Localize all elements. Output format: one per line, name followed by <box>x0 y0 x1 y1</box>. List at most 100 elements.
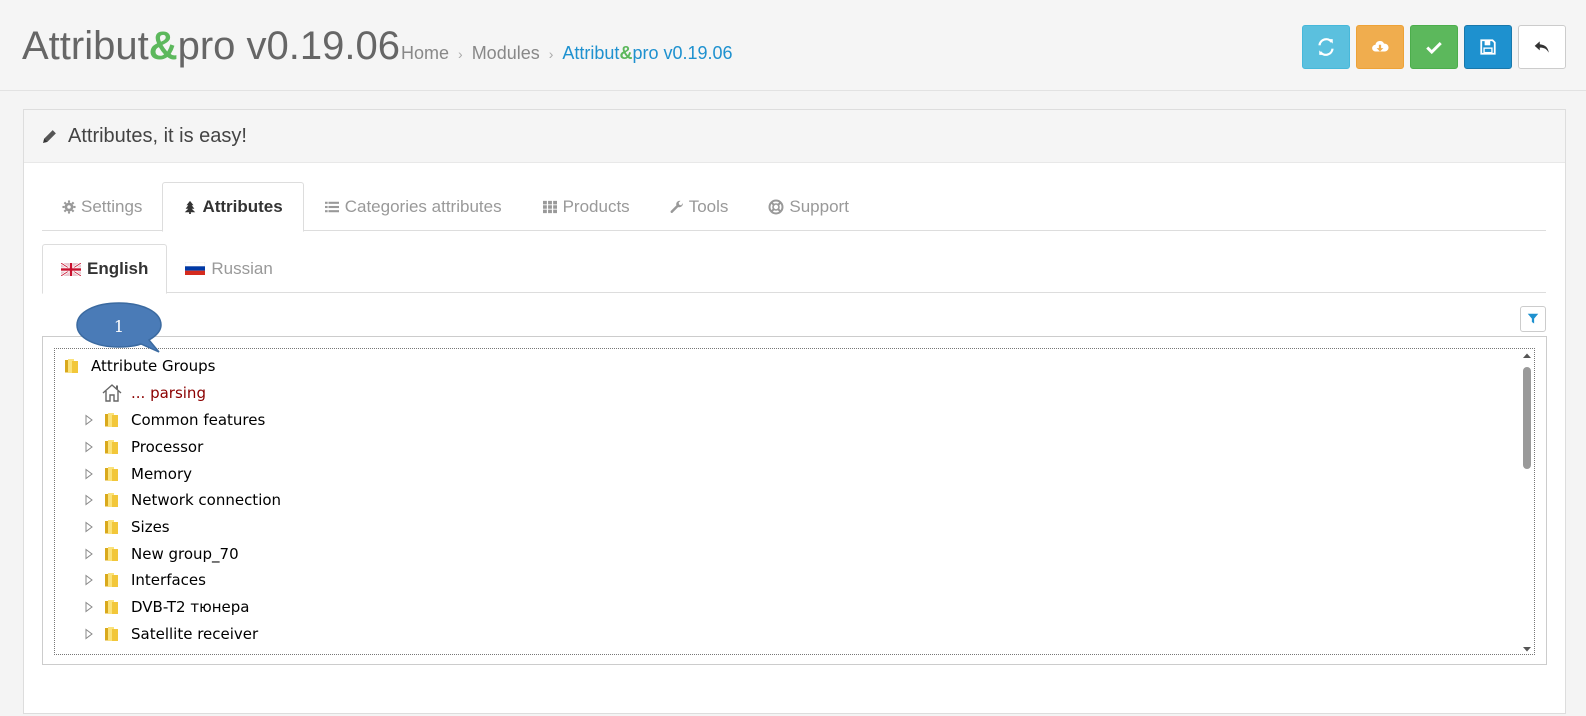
tab-attributes-label: Attributes <box>202 197 283 216</box>
tab-language-english[interactable]: English <box>42 244 168 294</box>
parsing-status: ... parsing <box>131 384 206 402</box>
lifebuoy-icon <box>768 199 784 214</box>
tree-node-group[interactable]: Interfaces <box>83 567 206 593</box>
tree-scrollbar[interactable] <box>1520 349 1534 654</box>
refresh-button[interactable] <box>1302 25 1350 69</box>
tree-node-label: Sizes <box>131 518 170 536</box>
filter-icon <box>1527 313 1539 324</box>
folder-icon <box>105 440 118 454</box>
tree-node-group[interactable]: DVB-T2 тюнера <box>83 594 249 620</box>
tree-node-label: Common features <box>131 411 266 429</box>
tree-node-group[interactable]: Common features <box>83 407 265 433</box>
panel-heading: Attributes, it is easy! <box>24 110 1565 163</box>
expand-arrow-icon[interactable] <box>83 414 95 426</box>
tree-node-label: DVB-T2 тюнера <box>131 598 250 616</box>
tree-node-group[interactable]: Network connection <box>83 487 281 513</box>
grid-icon <box>542 200 557 213</box>
tree-node-label: Interfaces <box>131 571 206 589</box>
title-prefix: Attribut <box>22 24 149 68</box>
tab-tools[interactable]: Tools <box>650 182 749 231</box>
tree-container: Attribute Groups ... parsing Common feat… <box>42 336 1547 665</box>
title-ampersand: & <box>148 24 178 68</box>
page-header: Attribut&pro v0.19.06 Home › Modules › Attri… <box>0 0 1586 91</box>
reply-icon <box>1534 41 1549 53</box>
folder-icon <box>123 651 143 655</box>
tree-node-root[interactable]: Attribute Groups <box>63 353 215 379</box>
expand-arrow-icon[interactable] <box>83 574 95 586</box>
language-tabs: English Russian <box>42 244 1546 294</box>
attribute-tree[interactable]: Attribute Groups ... parsing Common feat… <box>54 348 1535 655</box>
tree-icon <box>185 200 196 214</box>
breadcrumb-separator: › <box>458 46 463 62</box>
folder-icon <box>105 520 118 534</box>
expand-arrow-icon[interactable] <box>83 601 95 613</box>
save-button[interactable] <box>1464 25 1512 69</box>
tree-node-group[interactable]: Processor <box>83 434 203 460</box>
breadcrumb: Home › Modules › Attribut&pro v0.19.06 <box>401 41 733 66</box>
refresh-icon <box>1318 38 1334 56</box>
download-button[interactable] <box>1356 25 1404 69</box>
tab-products[interactable]: Products <box>522 182 650 231</box>
title-suffix: pro v0.19.06 <box>177 24 400 68</box>
breadcrumb-separator: › <box>548 46 554 62</box>
tree-node-label: Attribute Groups <box>91 357 216 375</box>
folder-icon <box>105 467 118 481</box>
tab-attributes[interactable]: Attributes <box>162 182 304 232</box>
save-icon <box>1480 39 1496 55</box>
back-button[interactable] <box>1518 25 1566 69</box>
tree-node-group[interactable]: Memory <box>83 461 192 487</box>
breadcrumb-home[interactable]: Home <box>401 43 449 63</box>
gear-icon <box>62 199 76 214</box>
tab-settings[interactable]: Settings <box>42 182 162 231</box>
tab-categories-attributes[interactable]: Categories attributes <box>304 182 522 231</box>
main-panel: Attributes, it is easy! Settings Attribu… <box>23 109 1566 714</box>
tree-node-group[interactable]: New group_70 <box>83 541 239 567</box>
expand-arrow-icon[interactable] <box>83 521 95 533</box>
toolbar <box>1302 25 1566 69</box>
expand-arrow-icon[interactable] <box>83 468 95 480</box>
expand-arrow-icon[interactable] <box>83 548 95 560</box>
home-icon <box>102 384 122 402</box>
folder-icon <box>105 413 118 427</box>
tree-node-partial <box>123 648 151 655</box>
list-icon <box>324 201 339 212</box>
folder-icon <box>105 627 118 641</box>
breadcrumb-current-prefix: Attribut <box>562 43 620 63</box>
tree-node-group[interactable]: Satellite receiver <box>83 621 258 647</box>
language-english-label: English <box>87 259 149 278</box>
scroll-down-arrow-icon[interactable] <box>1522 644 1532 654</box>
tab-support[interactable]: Support <box>748 182 869 231</box>
tab-categories-label: Categories attributes <box>344 196 502 216</box>
filter-button[interactable] <box>1520 306 1546 332</box>
folder-icon <box>105 600 118 614</box>
pencil-icon <box>43 129 56 143</box>
scrollbar-thumb[interactable] <box>1523 367 1531 469</box>
tree-node-label: Satellite receiver <box>131 625 259 643</box>
expand-arrow-icon[interactable] <box>83 441 95 453</box>
callout-number: 1 <box>113 317 125 336</box>
folder-open-icon <box>65 359 78 373</box>
expand-arrow-icon[interactable] <box>83 628 95 640</box>
tree-node-label: Processor <box>131 438 204 456</box>
page-title: Attribut&pro v0.19.06 <box>22 22 400 70</box>
wrench-icon <box>670 200 683 213</box>
tree-node-label: Memory <box>131 465 193 483</box>
apply-button[interactable] <box>1410 25 1458 69</box>
breadcrumb-modules[interactable]: Modules <box>472 43 540 63</box>
language-russian-label: Russian <box>211 258 273 278</box>
breadcrumb-current-suffix: pro v0.19.06 <box>632 43 733 63</box>
expand-arrow-icon[interactable] <box>83 494 95 506</box>
uk-flag-icon <box>61 262 81 276</box>
tree-node-parsing: ... parsing <box>101 380 206 406</box>
tree-node-group[interactable]: Sizes <box>83 514 170 540</box>
breadcrumb-current[interactable]: Attribut&pro v0.19.06 <box>562 43 732 63</box>
folder-icon <box>105 573 118 587</box>
ru-flag-icon <box>185 262 206 275</box>
folder-icon <box>105 547 118 561</box>
tab-language-russian[interactable]: Russian <box>167 244 290 293</box>
tab-settings-label: Settings <box>81 196 143 216</box>
tab-support-label: Support <box>789 196 849 216</box>
breadcrumb-current-ampersand: & <box>619 43 633 63</box>
scroll-up-arrow-icon[interactable] <box>1522 351 1532 361</box>
folder-icon <box>105 493 118 507</box>
